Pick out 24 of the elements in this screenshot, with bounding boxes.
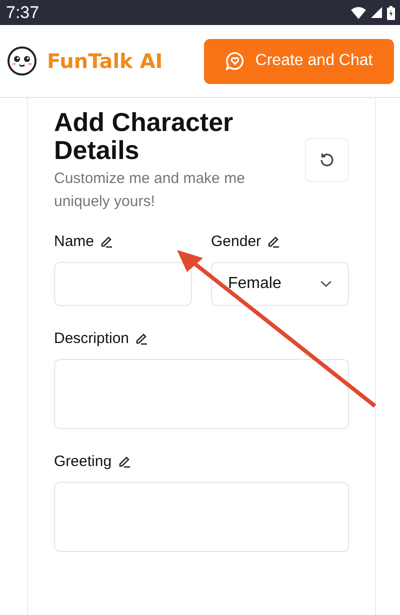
- battery-icon: [387, 6, 395, 20]
- field-label: Gender: [211, 233, 262, 250]
- brand-name: FunTalk AI: [47, 49, 163, 73]
- pencil-icon: [118, 455, 131, 468]
- field-label: Description: [54, 330, 130, 347]
- form-title: Add Character Details: [54, 108, 234, 164]
- pencil-icon: [100, 235, 114, 248]
- status-time: 7:37: [6, 2, 40, 22]
- wifi-icon: [351, 6, 366, 18]
- chevron-down-icon: [320, 280, 332, 288]
- chat-heart-icon: [225, 51, 246, 71]
- signal-icon: [371, 7, 382, 18]
- reset-button[interactable]: [305, 138, 349, 182]
- reset-icon: [318, 151, 336, 169]
- smiley-face-icon: [7, 46, 37, 76]
- form-subtitle: Customize me and make me uniquely yours!: [54, 169, 246, 212]
- pencil-icon: [135, 332, 148, 345]
- field-label: Greeting: [54, 453, 112, 470]
- text-field[interactable]: [54, 262, 192, 306]
- pencil-icon: [267, 235, 280, 248]
- gender-dropdown[interactable]: Female: [211, 262, 349, 306]
- field-label: Name: [54, 233, 94, 250]
- text-area[interactable]: [54, 359, 349, 429]
- text-area[interactable]: [54, 482, 349, 552]
